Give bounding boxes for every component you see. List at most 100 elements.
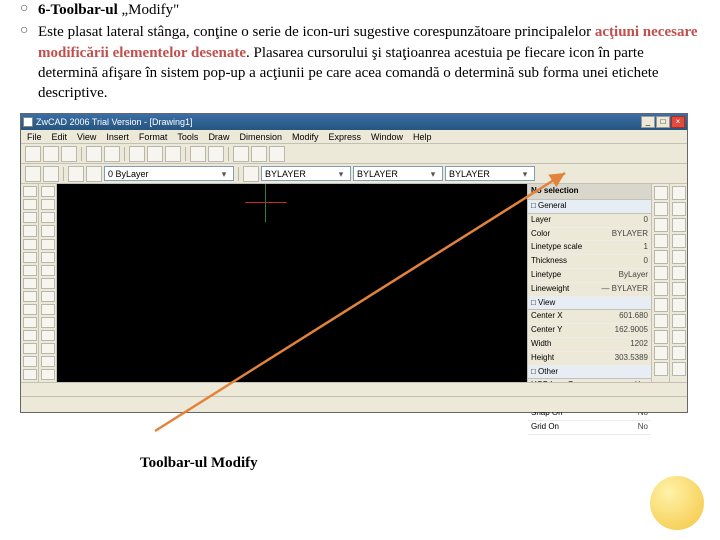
trim-icon[interactable] xyxy=(23,304,37,315)
circle-icon[interactable] xyxy=(41,265,55,276)
save-icon[interactable] xyxy=(61,146,77,162)
extend-icon[interactable] xyxy=(23,317,37,328)
pan-icon[interactable] xyxy=(251,146,267,162)
command-line[interactable] xyxy=(21,382,687,396)
arc-icon[interactable] xyxy=(41,252,55,263)
property-row[interactable]: LinetypeByLayer xyxy=(528,269,651,283)
break-icon[interactable] xyxy=(23,330,37,341)
print-icon[interactable] xyxy=(86,146,102,162)
line-icon[interactable] xyxy=(41,186,55,197)
color-select[interactable]: BYLAYER▾ xyxy=(261,166,351,181)
property-row[interactable]: Center X601.680 xyxy=(528,310,651,324)
menu-modify[interactable]: Modify xyxy=(292,131,319,143)
point-icon[interactable] xyxy=(41,343,55,354)
rectangle-icon[interactable] xyxy=(41,239,55,250)
open-icon[interactable] xyxy=(43,146,59,162)
chamfer-icon[interactable] xyxy=(23,343,37,354)
menu-express[interactable]: Express xyxy=(329,131,362,143)
property-row[interactable]: Layer0 xyxy=(528,214,651,228)
snap-end-icon[interactable] xyxy=(654,186,668,200)
lock-icon[interactable] xyxy=(86,166,102,182)
copy-icon[interactable] xyxy=(147,146,163,162)
snap-perp-icon[interactable] xyxy=(654,282,668,296)
dim-linear-icon[interactable] xyxy=(672,186,686,200)
dim-angular-icon[interactable] xyxy=(672,250,686,264)
property-row[interactable]: Thickness0 xyxy=(528,255,651,269)
dim-tolerance-icon[interactable] xyxy=(672,314,686,328)
props-section-view[interactable]: □ View xyxy=(528,297,651,311)
menu-insert[interactable]: Insert xyxy=(106,131,129,143)
dim-leader-icon[interactable] xyxy=(672,298,686,312)
block-icon[interactable] xyxy=(41,330,55,341)
text-icon[interactable] xyxy=(41,317,55,328)
paste-icon[interactable] xyxy=(165,146,181,162)
undo-icon[interactable] xyxy=(190,146,206,162)
help-icon[interactable] xyxy=(269,146,285,162)
rotate-icon[interactable] xyxy=(23,265,37,276)
mirror-icon[interactable] xyxy=(23,212,37,223)
snap-settings-icon[interactable] xyxy=(654,362,668,376)
snap-none-icon[interactable] xyxy=(654,346,668,360)
snap-center-icon[interactable] xyxy=(654,234,668,248)
array-icon[interactable] xyxy=(23,239,37,250)
layer-manager-icon[interactable] xyxy=(25,166,41,182)
scale-icon[interactable] xyxy=(23,278,37,289)
menu-format[interactable]: Format xyxy=(139,131,168,143)
offset-icon[interactable] xyxy=(23,225,37,236)
menu-view[interactable]: View xyxy=(77,131,96,143)
redo-icon[interactable] xyxy=(208,146,224,162)
menu-draw[interactable]: Draw xyxy=(208,131,229,143)
property-row[interactable]: Grid OnNo xyxy=(528,421,651,435)
dim-center-icon[interactable] xyxy=(672,330,686,344)
pline-icon[interactable] xyxy=(41,212,55,223)
zoom-icon[interactable] xyxy=(233,146,249,162)
dim-edit-icon[interactable] xyxy=(672,346,686,360)
table-icon[interactable] xyxy=(41,369,55,380)
color-icon[interactable] xyxy=(243,166,259,182)
dim-radius-icon[interactable] xyxy=(672,218,686,232)
cut-icon[interactable] xyxy=(129,146,145,162)
snap-tan-icon[interactable] xyxy=(654,266,668,280)
menu-help[interactable]: Help xyxy=(413,131,432,143)
linetype-select[interactable]: BYLAYER▾ xyxy=(353,166,443,181)
menu-edit[interactable]: Edit xyxy=(52,131,68,143)
fillet-icon[interactable] xyxy=(23,356,37,367)
region-icon[interactable] xyxy=(41,356,55,367)
maximize-button[interactable]: □ xyxy=(656,116,670,128)
dim-aligned-icon[interactable] xyxy=(672,202,686,216)
layer-select[interactable]: 0 ByLayer▾ xyxy=(104,166,234,181)
dim-baseline-icon[interactable] xyxy=(672,266,686,280)
layer-prev-icon[interactable] xyxy=(43,166,59,182)
close-button[interactable]: × xyxy=(671,116,685,128)
menu-window[interactable]: Window xyxy=(371,131,403,143)
snap-node-icon[interactable] xyxy=(654,298,668,312)
preview-icon[interactable] xyxy=(104,146,120,162)
dim-style-icon[interactable] xyxy=(672,362,686,376)
props-section-other[interactable]: □ Other xyxy=(528,366,651,380)
property-row[interactable]: ColorBYLAYER xyxy=(528,228,651,242)
explode-icon[interactable] xyxy=(23,369,37,380)
stretch-icon[interactable] xyxy=(23,291,37,302)
new-icon[interactable] xyxy=(25,146,41,162)
polygon-icon[interactable] xyxy=(41,225,55,236)
minimize-button[interactable]: _ xyxy=(641,116,655,128)
property-row[interactable]: Height303.5389 xyxy=(528,352,651,366)
copy-tool-icon[interactable] xyxy=(23,199,37,210)
property-row[interactable]: Linetype scale1 xyxy=(528,241,651,255)
dim-diameter-icon[interactable] xyxy=(672,234,686,248)
property-row[interactable]: Lineweight— BYLAYER xyxy=(528,283,651,297)
snap-int-icon[interactable] xyxy=(654,218,668,232)
lineweight-select[interactable]: BYLAYER▾ xyxy=(445,166,535,181)
props-section-general[interactable]: □ General xyxy=(528,200,651,214)
dim-continue-icon[interactable] xyxy=(672,282,686,296)
menu-tools[interactable]: Tools xyxy=(177,131,198,143)
snap-quad-icon[interactable] xyxy=(654,250,668,264)
hatch-icon[interactable] xyxy=(41,304,55,315)
erase-icon[interactable] xyxy=(23,186,37,197)
menu-file[interactable]: File xyxy=(27,131,42,143)
snap-near-icon[interactable] xyxy=(654,330,668,344)
ellipse-icon[interactable] xyxy=(41,291,55,302)
snap-mid-icon[interactable] xyxy=(654,202,668,216)
freeze-icon[interactable] xyxy=(68,166,84,182)
property-row[interactable]: Width1202 xyxy=(528,338,651,352)
